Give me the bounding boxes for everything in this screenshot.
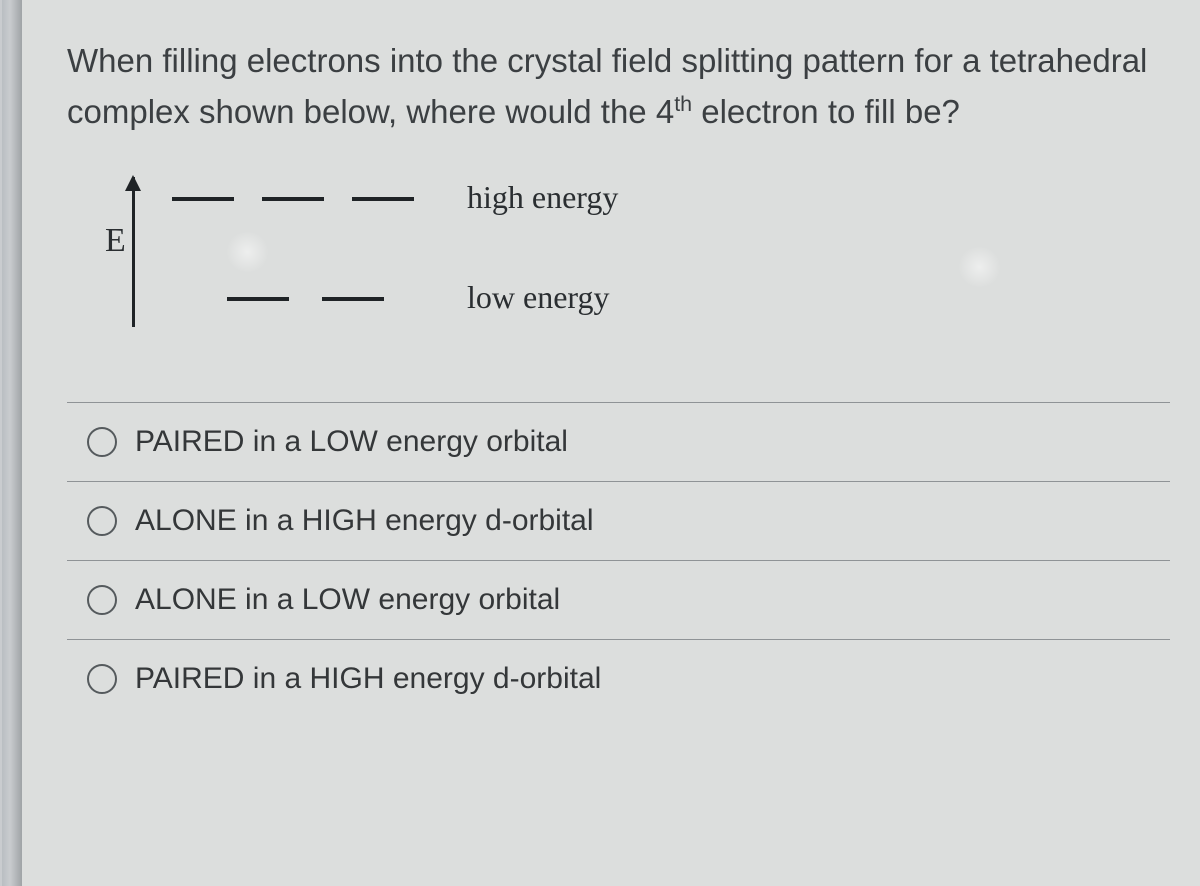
low-energy-label: low energy	[467, 279, 609, 316]
energy-axis-label: E	[103, 222, 128, 260]
question-card: When filling electrons into the crystal …	[20, 0, 1200, 886]
answer-option-2[interactable]: ALONE in a HIGH energy d-orbital	[67, 482, 1170, 561]
question-ordinal-sup: th	[674, 92, 692, 116]
answer-option-3[interactable]: ALONE in a LOW energy orbital	[67, 561, 1170, 640]
high-energy-orbital-2	[262, 197, 324, 201]
radio-icon[interactable]	[87, 506, 117, 536]
answer-option-label: PAIRED in a LOW energy orbital	[135, 425, 568, 459]
glare-artifact	[225, 232, 270, 272]
radio-icon[interactable]	[87, 664, 117, 694]
answer-option-4[interactable]: PAIRED in a HIGH energy d-orbital	[67, 640, 1170, 718]
question-text-part1: When filling electrons into the crystal …	[67, 42, 1147, 130]
energy-level-diagram: E high energy low energy	[107, 167, 1170, 367]
low-energy-orbital-1	[227, 297, 289, 301]
answer-option-1[interactable]: PAIRED in a LOW energy orbital	[67, 403, 1170, 482]
high-energy-label: high energy	[467, 179, 618, 216]
high-energy-orbital-3	[352, 197, 414, 201]
low-energy-orbital-2	[322, 297, 384, 301]
question-text-part2: electron to fill be?	[692, 93, 960, 130]
answer-option-label: ALONE in a LOW energy orbital	[135, 583, 560, 617]
radio-icon[interactable]	[87, 427, 117, 457]
energy-axis-arrow	[132, 177, 135, 327]
answer-option-label: ALONE in a HIGH energy d-orbital	[135, 504, 594, 538]
high-energy-orbital-1	[172, 197, 234, 201]
question-prompt: When filling electrons into the crystal …	[67, 35, 1170, 137]
radio-icon[interactable]	[87, 585, 117, 615]
page-edge	[2, 0, 22, 886]
answer-option-label: PAIRED in a HIGH energy d-orbital	[135, 662, 601, 696]
answer-options: PAIRED in a LOW energy orbital ALONE in …	[67, 402, 1170, 718]
glare-artifact	[957, 247, 1002, 287]
